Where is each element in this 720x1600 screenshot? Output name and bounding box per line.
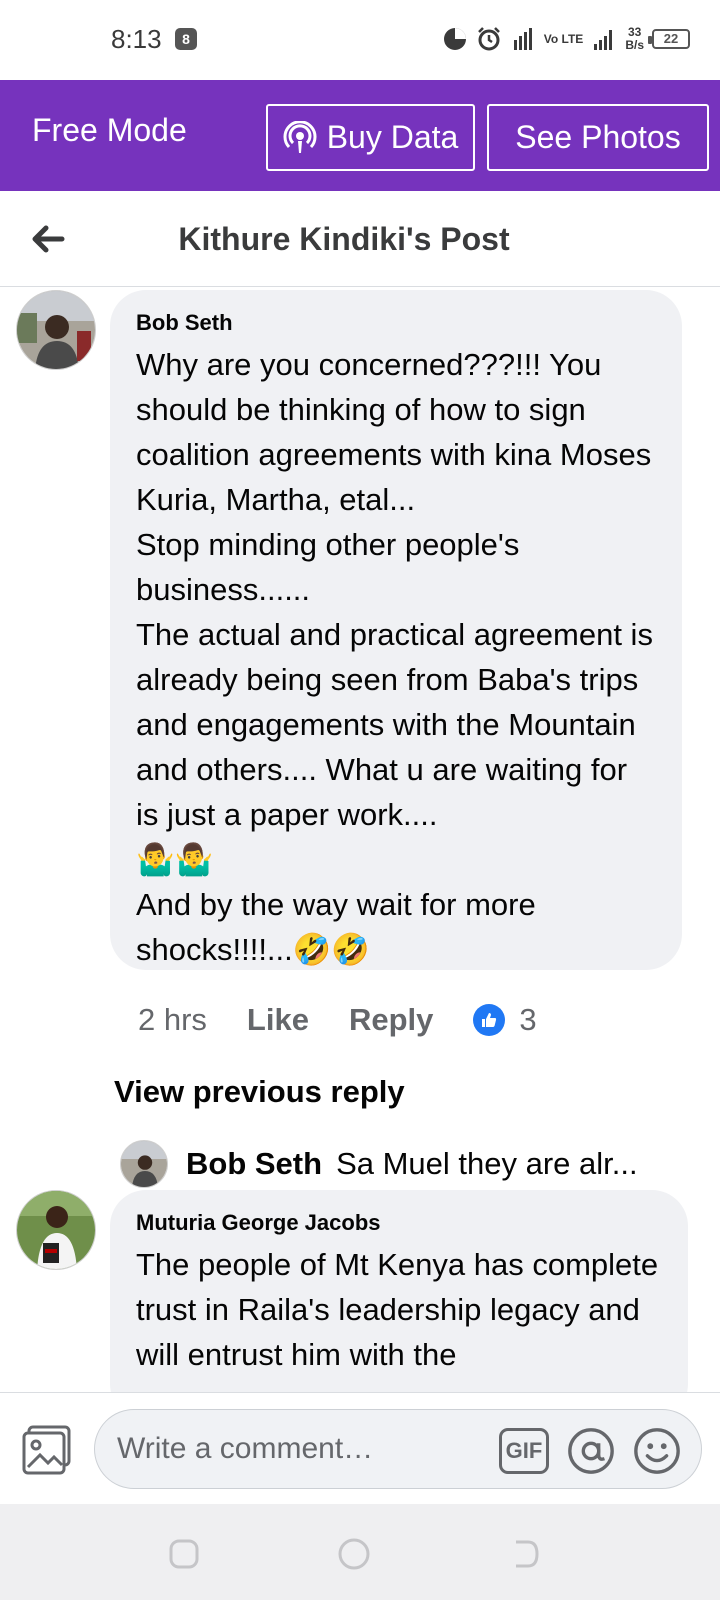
comment-bubble: Muturia George Jacobs The people of Mt K…	[110, 1190, 688, 1420]
avatar	[120, 1140, 168, 1188]
net-speed: 33 B/s	[625, 26, 644, 52]
system-nav-bar	[0, 1504, 720, 1600]
home-icon[interactable]	[334, 1534, 374, 1574]
volte-indicator: Vo LTE	[543, 31, 584, 46]
reply-author: Bob Seth	[186, 1146, 323, 1181]
view-previous-reply[interactable]: View previous reply	[114, 1074, 405, 1110]
at-icon[interactable]	[565, 1426, 617, 1476]
comment-box: GIF	[94, 1409, 702, 1489]
comment-time: 2 hrs	[138, 1002, 207, 1037]
back-nav-icon[interactable]	[504, 1534, 544, 1574]
see-photos-button[interactable]: See Photos	[487, 104, 709, 171]
alarm-icon	[477, 27, 500, 51]
reply-text: Sa Muel they are alr...	[336, 1146, 638, 1181]
status-time: 8:13	[111, 24, 162, 54]
avatar-image	[17, 291, 95, 369]
battery-indicator: 22	[648, 29, 690, 49]
signal-4g-icon	[513, 28, 532, 50]
comment-text: The people of Mt Kenya has complete trus…	[136, 1247, 659, 1372]
reply-button[interactable]: Reply	[349, 1002, 433, 1038]
see-photos-label: See Photos	[515, 119, 681, 155]
comment-input[interactable]	[117, 1422, 477, 1476]
free-mode-header: Free Mode Buy Data See Photos	[0, 80, 720, 191]
status-bar: 8:13 8 Vo LTE 33 B/s 22	[0, 0, 720, 80]
comment-author[interactable]: Muturia George Jacobs	[136, 1210, 662, 1236]
like-button[interactable]: Like	[247, 1002, 309, 1038]
comment-text: Why are you concerned???!!! You should b…	[136, 347, 653, 967]
podcast-icon	[283, 120, 317, 153]
signal-bars-icon	[594, 30, 613, 50]
avatar[interactable]	[16, 290, 96, 370]
buy-data-button[interactable]: Buy Data	[266, 104, 475, 171]
smile-icon[interactable]	[631, 1426, 683, 1476]
photo-icon[interactable]	[20, 1423, 74, 1477]
net-speed-unit: B/s	[625, 38, 644, 52]
thumbs-up-icon[interactable]	[473, 1004, 506, 1036]
comment-actions: 2 hrs Like Reply 3	[138, 1002, 537, 1038]
gif-icon[interactable]: GIF	[499, 1428, 549, 1474]
avatar[interactable]	[16, 1190, 96, 1270]
notification-badge: 8	[175, 28, 197, 50]
reply-preview[interactable]: Bob Seth Sa Muel they are alr...	[120, 1140, 680, 1188]
post-title-bar: Kithure Kindiki's Post	[0, 191, 720, 287]
data-saver-icon	[443, 28, 466, 50]
comment-composer: GIF	[0, 1392, 720, 1504]
avatar-image	[17, 1191, 95, 1269]
comment-bubble: Bob Seth Why are you concerned???!!! You…	[110, 290, 682, 970]
page-title: Kithure Kindiki's Post	[178, 221, 510, 257]
status-icons: Vo LTE 33 B/s 22	[442, 22, 690, 56]
free-mode-title: Free Mode	[32, 112, 187, 148]
buy-data-label: Buy Data	[326, 119, 459, 155]
reaction-count[interactable]: 3	[519, 1002, 536, 1038]
recents-icon[interactable]	[164, 1534, 204, 1574]
comment-author[interactable]: Bob Seth	[136, 310, 656, 336]
net-speed-value: 33	[627, 25, 642, 39]
